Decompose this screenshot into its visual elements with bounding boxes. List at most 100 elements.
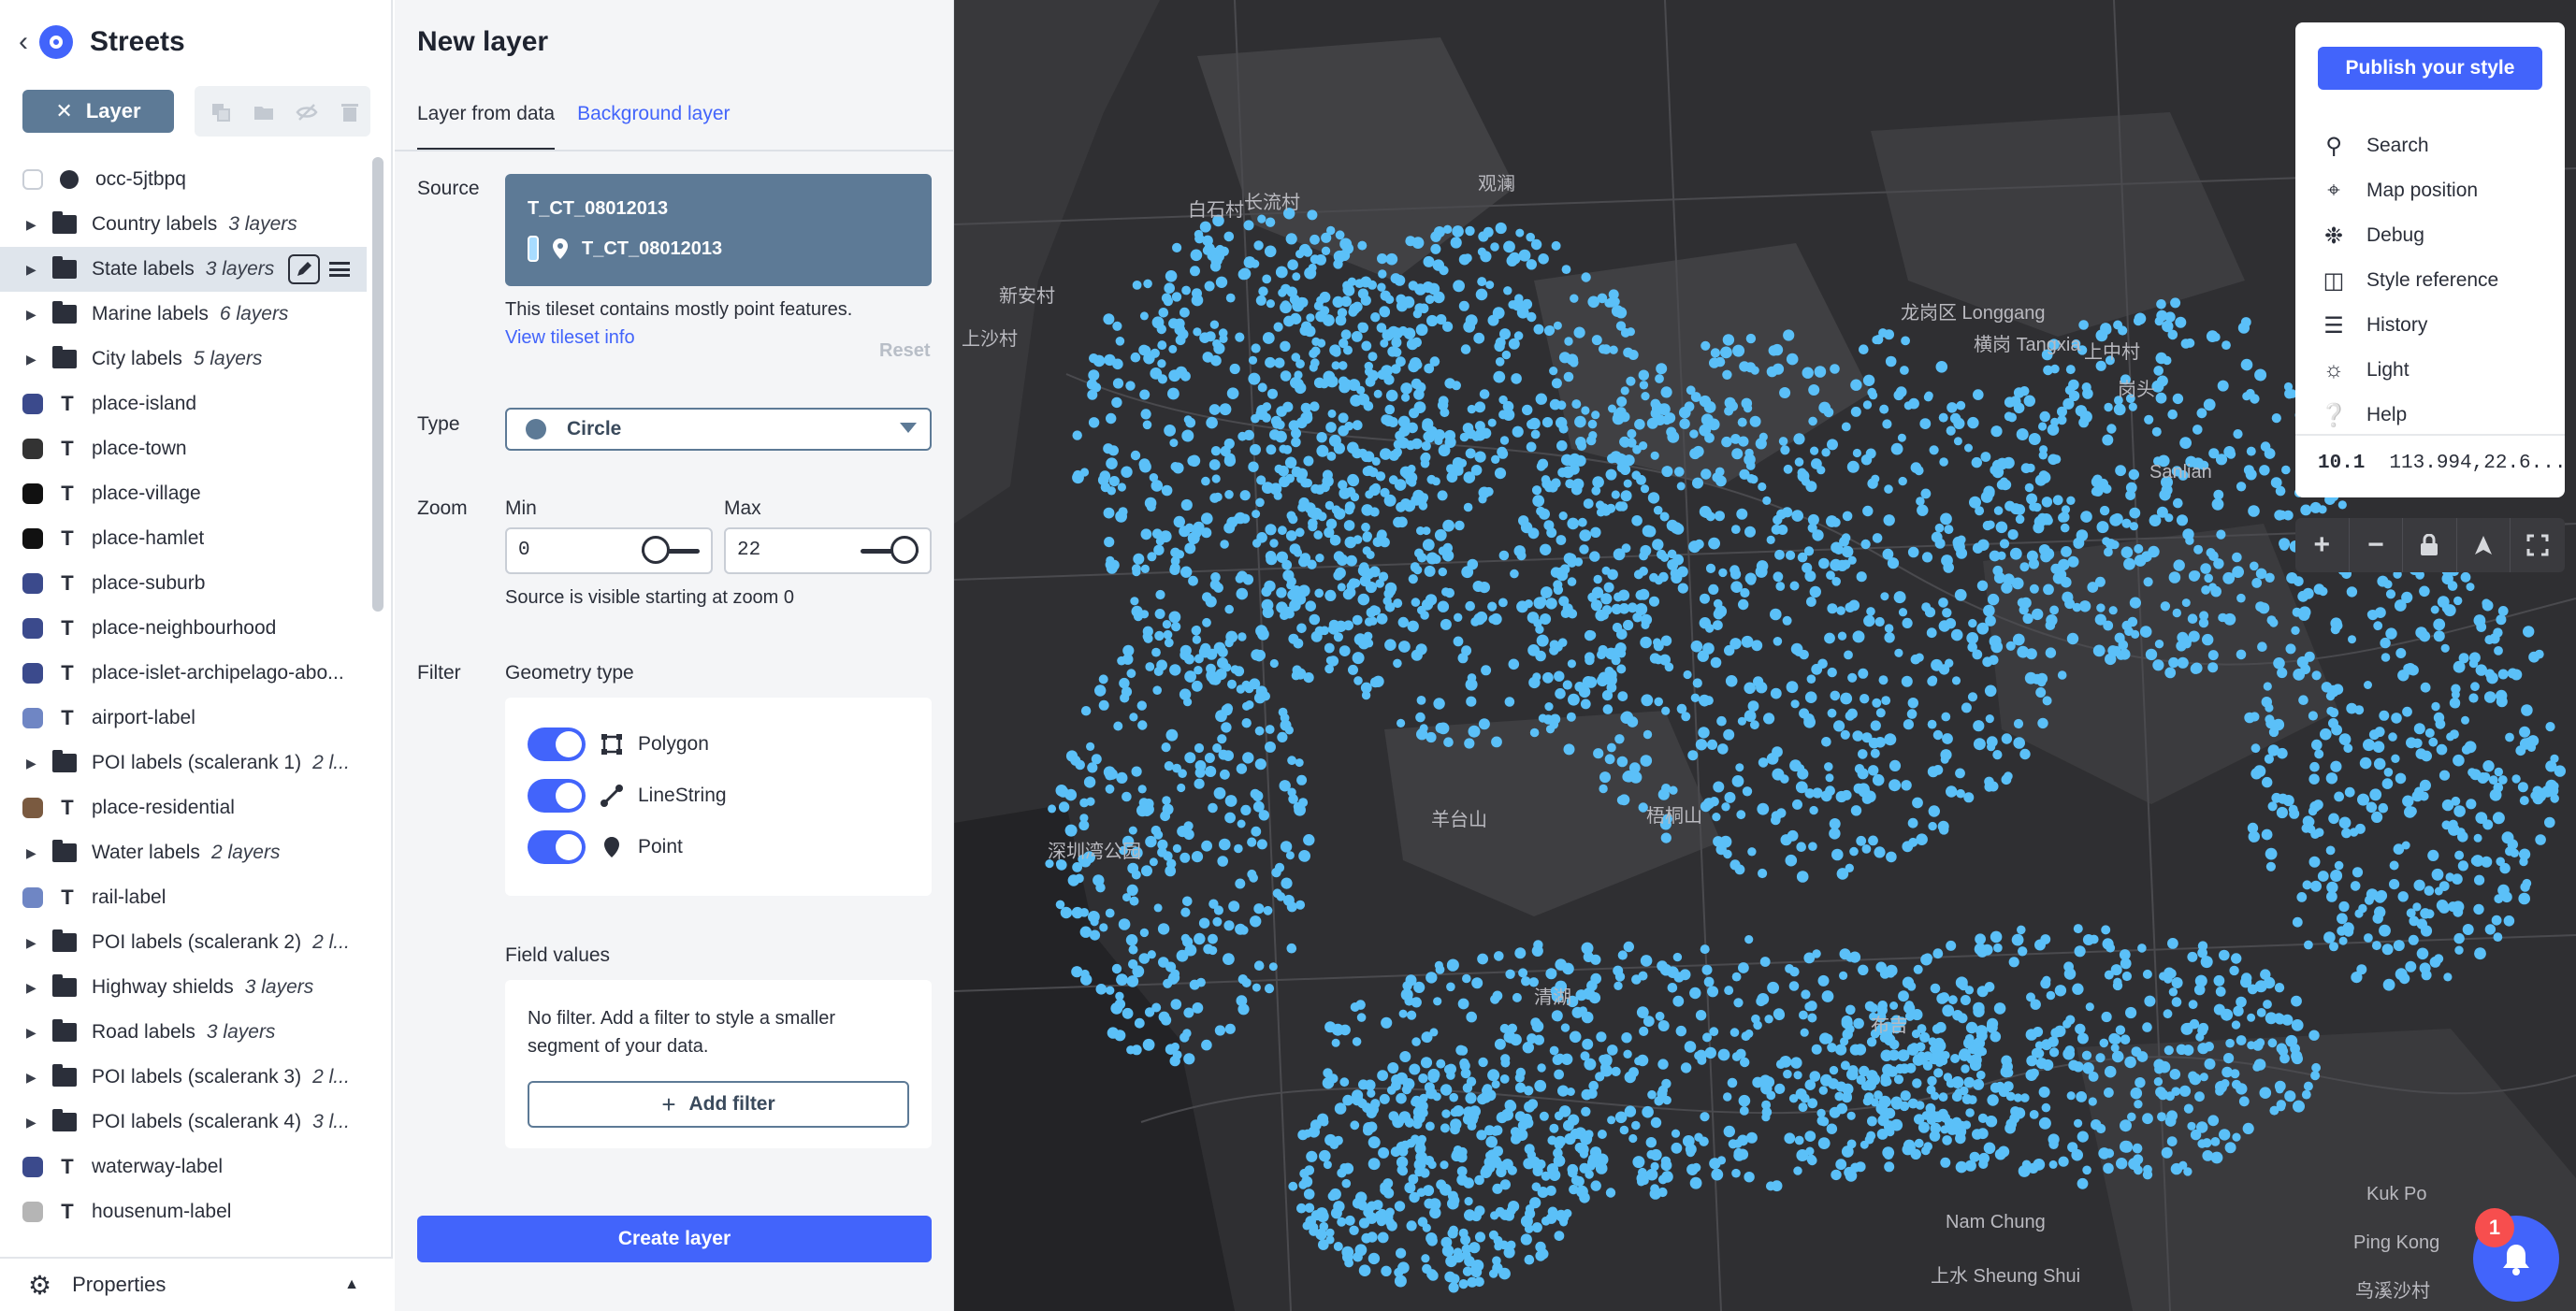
zoom-max-input[interactable]: 22 [724, 527, 932, 574]
reset-button[interactable]: Reset [879, 340, 930, 362]
layer-color-swatch[interactable] [22, 618, 43, 639]
layer-color-swatch[interactable] [22, 798, 43, 818]
layer-item[interactable]: Tplace-neighbourhood [0, 606, 367, 651]
expand-arrow-icon[interactable]: ▶ [26, 845, 39, 861]
symbol-layer-icon: T [61, 526, 74, 550]
layer-color-swatch[interactable] [22, 1157, 43, 1177]
add-filter-button[interactable]: + Add filter [528, 1081, 909, 1128]
layer-item[interactable]: ▶ Country labels 3 layers [0, 202, 367, 247]
layer-item[interactable]: ▶ Road labels 3 layers [0, 1010, 367, 1055]
expand-arrow-icon[interactable]: ▶ [26, 217, 39, 233]
layer-color-swatch[interactable] [22, 394, 43, 414]
expand-arrow-icon[interactable]: ▶ [26, 1070, 39, 1086]
zoom-max-value: 22 [737, 540, 761, 561]
layer-item[interactable]: ▶ Marine labels 6 layers [0, 292, 367, 337]
layer-item[interactable]: Tplace-residential [0, 785, 367, 830]
layer-item[interactable]: Tplace-hamlet [0, 516, 367, 561]
layer-type-select[interactable]: Circle [505, 408, 932, 451]
layer-color-swatch[interactable] [22, 439, 43, 459]
layer-item[interactable]: Trail-label [0, 875, 367, 920]
expand-arrow-icon[interactable]: ▶ [26, 262, 39, 278]
expand-arrow-icon[interactable]: ▶ [26, 352, 39, 367]
expand-arrow-icon[interactable]: ▶ [26, 756, 39, 771]
chevron-down-icon [900, 423, 917, 433]
duplicate-icon[interactable] [200, 92, 241, 133]
menu-icon[interactable] [329, 262, 350, 277]
layer-color-swatch[interactable] [22, 528, 43, 549]
layer-name: Road labels [92, 1021, 195, 1043]
edit-icon[interactable] [288, 254, 320, 284]
sidebar-scrollbar[interactable] [372, 157, 384, 612]
map-position-readout[interactable]: 10.1 113.994,22.6... [2318, 453, 2566, 474]
layer-color-swatch[interactable] [22, 1202, 43, 1222]
bell-icon [2503, 1245, 2529, 1275]
layer-item[interactable]: occ-5jtbpq [0, 157, 367, 202]
folder-icon[interactable] [243, 92, 284, 133]
layer-item[interactable]: Tplace-island [0, 382, 367, 426]
menu-light[interactable]: ☼ Light [2320, 353, 2410, 387]
create-layer-button[interactable]: Create layer [417, 1216, 932, 1262]
zoom-max-slider[interactable] [861, 536, 922, 564]
tab-layer-from-data[interactable]: Layer from data [417, 99, 556, 151]
field-values-card: No filter. Add a filter to style a small… [505, 980, 932, 1148]
map-place-label: Kuk Po [2366, 1184, 2427, 1204]
layer-color-swatch[interactable] [22, 663, 43, 684]
layer-item[interactable]: ▶ POI labels (scalerank 4) 3 l... [0, 1100, 367, 1145]
layer-item[interactable]: Tplace-islet-archipelago-abo... [0, 651, 367, 696]
layer-color-swatch[interactable] [22, 573, 43, 594]
menu-style-reference[interactable]: ◫ Style reference [2320, 264, 2499, 297]
layer-item[interactable]: Tplace-village [0, 471, 367, 516]
add-layer-button[interactable]: ✕ Layer [22, 90, 174, 133]
add-filter-label: Add filter [688, 1093, 775, 1115]
layer-item[interactable]: ▶ POI labels (scalerank 3) 2 l... [0, 1055, 367, 1100]
layer-item[interactable]: Tplace-town [0, 426, 367, 471]
expand-arrow-icon[interactable]: ▶ [26, 307, 39, 323]
layer-name: Water labels [92, 842, 200, 863]
symbol-layer-icon: T [61, 392, 74, 415]
point-toggle[interactable] [528, 830, 586, 864]
zoom-min-slider[interactable] [642, 536, 703, 564]
menu-map-position[interactable]: ⌖ Map position [2320, 174, 2478, 208]
view-tileset-info-link[interactable]: View tileset info [505, 327, 635, 349]
map-canvas[interactable]: 新安村 上沙村 白石村 长流村 龙岗区 Longgang 横岗 Tangxia 上中村 岗头 S… [954, 0, 2576, 1311]
layer-item[interactable]: Twaterway-label [0, 1145, 367, 1189]
hide-icon[interactable] [286, 92, 327, 133]
layer-item[interactable]: ▶ Highway shields 3 layers [0, 965, 367, 1010]
layer-item[interactable]: Thousenum-label [0, 1189, 367, 1234]
linestring-toggle[interactable] [528, 779, 586, 813]
layer-item[interactable]: Tairport-label [0, 696, 367, 741]
layer-color-swatch[interactable] [22, 708, 43, 728]
layer-color-swatch[interactable] [22, 483, 43, 504]
layer-item[interactable]: Tplace-suburb [0, 561, 367, 606]
menu-history[interactable]: ☰ History [2320, 309, 2427, 342]
layer-item[interactable]: ▶ POI labels (scalerank 1) 2 l... [0, 741, 367, 785]
zoom-out-button[interactable]: − [2350, 518, 2404, 572]
layer-item[interactable]: ▶ Water labels 2 layers [0, 830, 367, 875]
lock-icon[interactable] [2403, 518, 2457, 572]
layer-color-swatch[interactable] [22, 887, 43, 908]
zoom-in-button[interactable]: + [2295, 518, 2350, 572]
layer-item[interactable]: ▶ State labels 3 layers [0, 247, 367, 292]
layer-color-swatch[interactable] [22, 169, 43, 190]
compass-icon[interactable] [2457, 518, 2511, 572]
publish-style-button[interactable]: Publish your style [2318, 47, 2542, 90]
expand-arrow-icon[interactable]: ▶ [26, 980, 39, 996]
menu-help[interactable]: ❔ Help [2320, 398, 2407, 432]
properties-bar[interactable]: ⚙ Properties ▲ [0, 1257, 393, 1311]
fullscreen-icon[interactable] [2511, 518, 2565, 572]
back-icon[interactable]: ‹ [19, 28, 28, 56]
zoom-min-input[interactable]: 0 [505, 527, 713, 574]
expand-arrow-icon[interactable]: ▶ [26, 935, 39, 951]
expand-arrow-icon[interactable]: ▶ [26, 1025, 39, 1041]
polygon-toggle[interactable] [528, 728, 586, 761]
layer-name: State labels [92, 258, 195, 280]
layer-item[interactable]: ▶ City labels 5 layers [0, 337, 367, 382]
menu-search[interactable]: ⚲ Search [2320, 129, 2428, 163]
tab-background-layer[interactable]: Background layer [577, 99, 730, 151]
source-card[interactable]: T_CT_08012013 T_CT_08012013 [505, 174, 932, 286]
trash-icon[interactable] [329, 92, 370, 133]
layer-item[interactable]: ▶ POI labels (scalerank 2) 2 l... [0, 920, 367, 965]
expand-arrow-icon[interactable]: ▶ [26, 1115, 39, 1131]
point-pin-icon [604, 837, 619, 857]
menu-debug[interactable]: ❉ Debug [2320, 219, 2424, 252]
